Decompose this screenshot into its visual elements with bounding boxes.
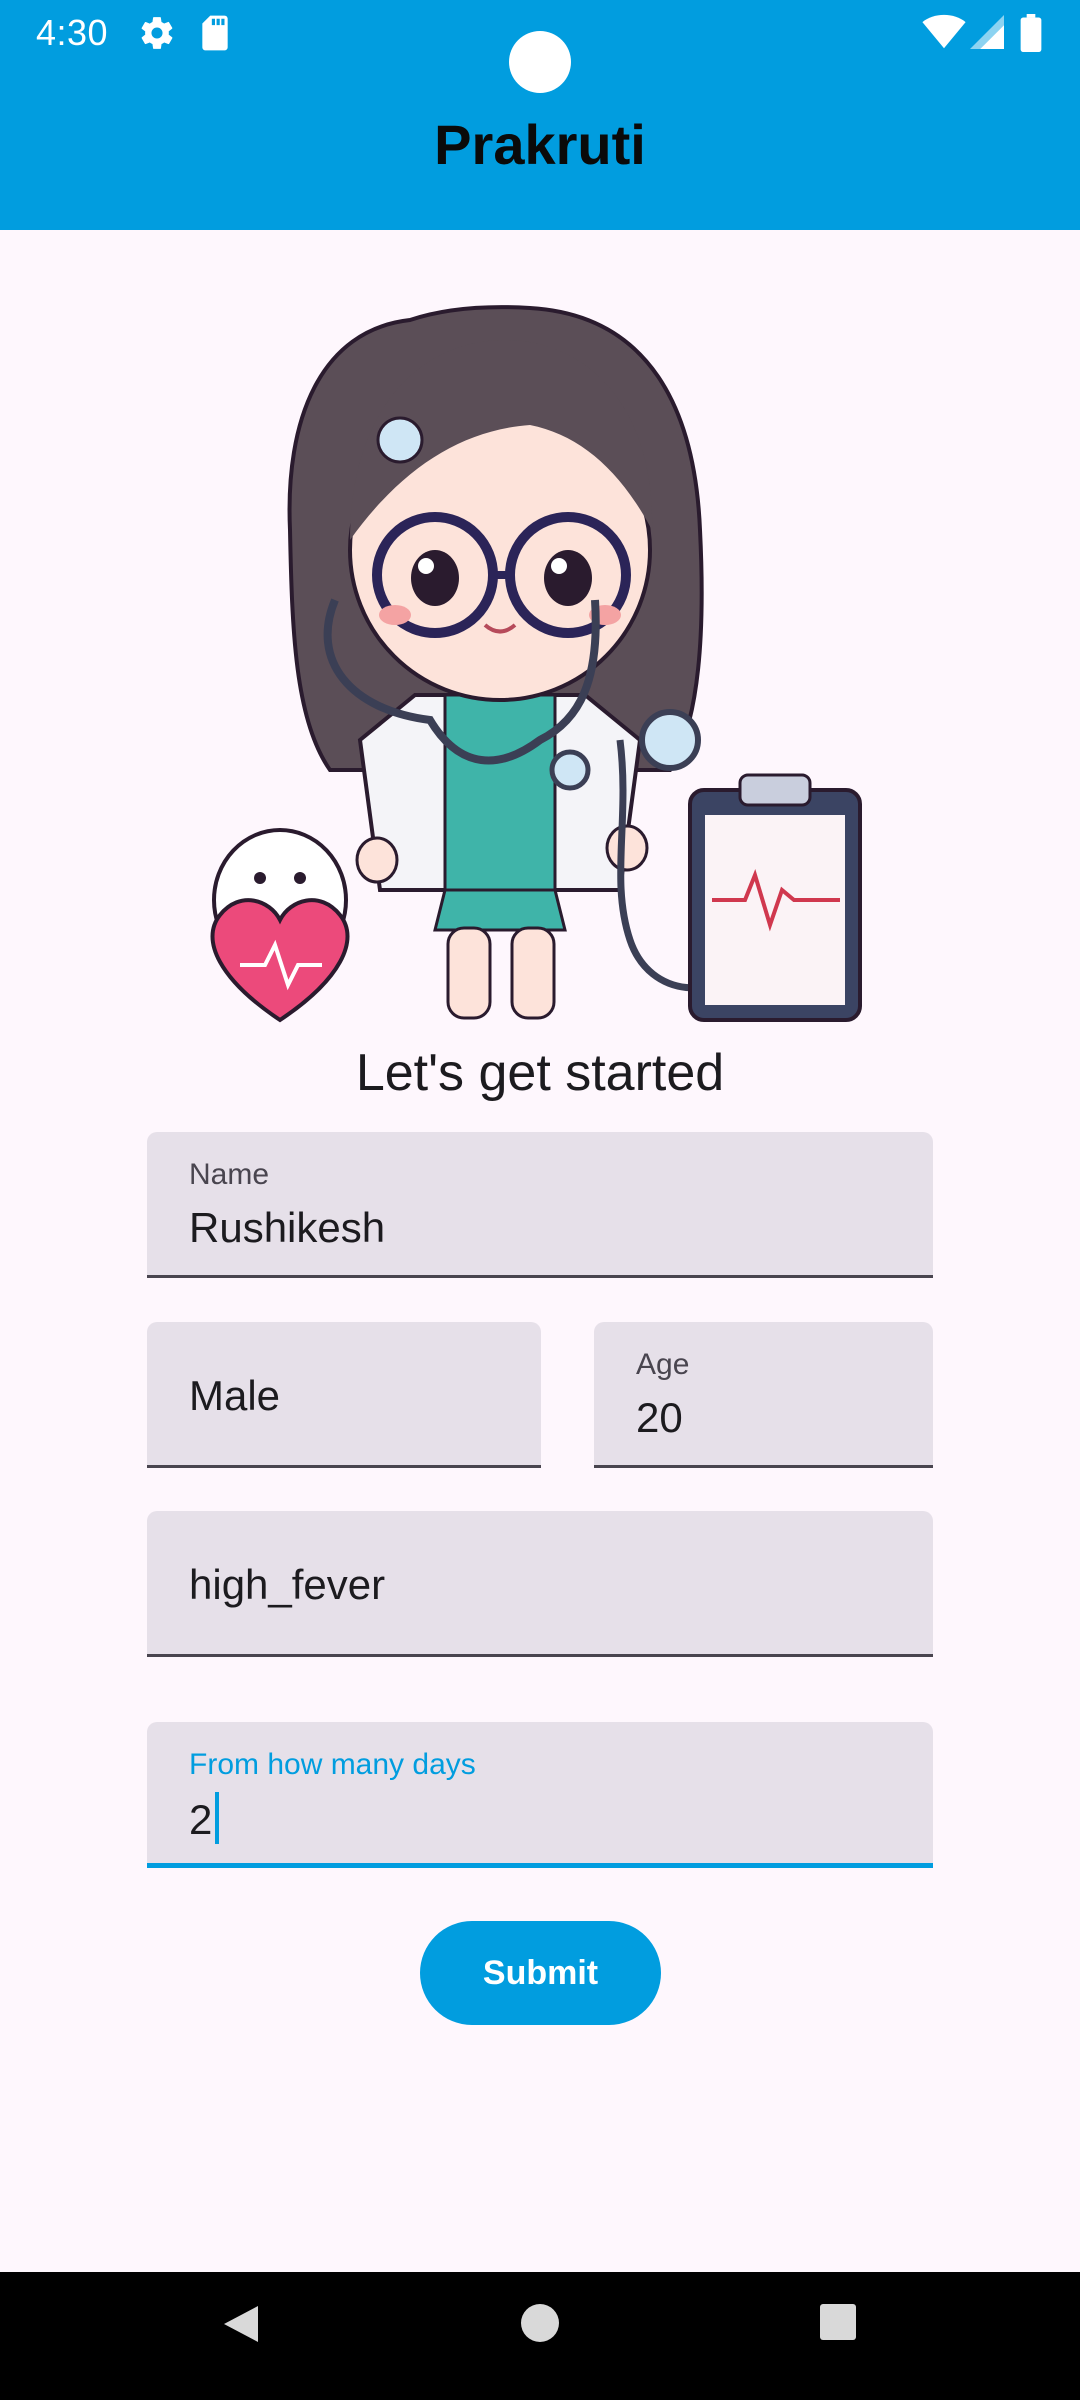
app-bar: 4:30 Prakruti <box>0 0 1080 230</box>
battery-icon <box>1020 14 1042 52</box>
symptom-value: high_fever <box>189 1561 386 1608</box>
form-headline: Let's get started <box>355 1044 725 1102</box>
days-field[interactable]: From how many days 2 <box>147 1722 933 1868</box>
days-label: From how many days <box>189 1748 476 1781</box>
age-field[interactable]: Age 20 <box>594 1322 933 1468</box>
home-icon[interactable] <box>519 2302 561 2344</box>
text-caret <box>215 1792 220 1844</box>
settings-icon <box>141 17 173 49</box>
status-time: 4:30 <box>36 12 109 53</box>
gender-value: Male <box>189 1372 281 1419</box>
name-value: Rushikesh <box>189 1204 386 1251</box>
symptom-field[interactable]: high_fever <box>147 1511 933 1657</box>
navigation-bar <box>0 2272 1080 2400</box>
app-title: Prakruti <box>434 113 646 176</box>
days-value-wrap: 2 <box>189 1792 220 1844</box>
name-field[interactable]: Name Rushikesh <box>147 1132 933 1278</box>
doctor-illustration <box>210 305 862 1023</box>
name-label: Name <box>189 1158 270 1191</box>
cell-signal-icon <box>970 15 1004 49</box>
screen: 4:30 Prakruti Let's get started Name Rus… <box>0 0 1080 2400</box>
camera-cutout <box>509 31 571 93</box>
age-value: 20 <box>636 1394 683 1441</box>
back-icon[interactable] <box>218 2302 262 2346</box>
wifi-icon <box>922 14 966 49</box>
gender-field[interactable]: Male <box>147 1322 541 1468</box>
sd-card-icon <box>202 15 228 51</box>
days-value: 2 <box>189 1796 213 1843</box>
recents-icon[interactable] <box>818 2302 858 2342</box>
age-label: Age <box>636 1348 690 1381</box>
submit-button[interactable]: Submit <box>420 1921 661 2025</box>
